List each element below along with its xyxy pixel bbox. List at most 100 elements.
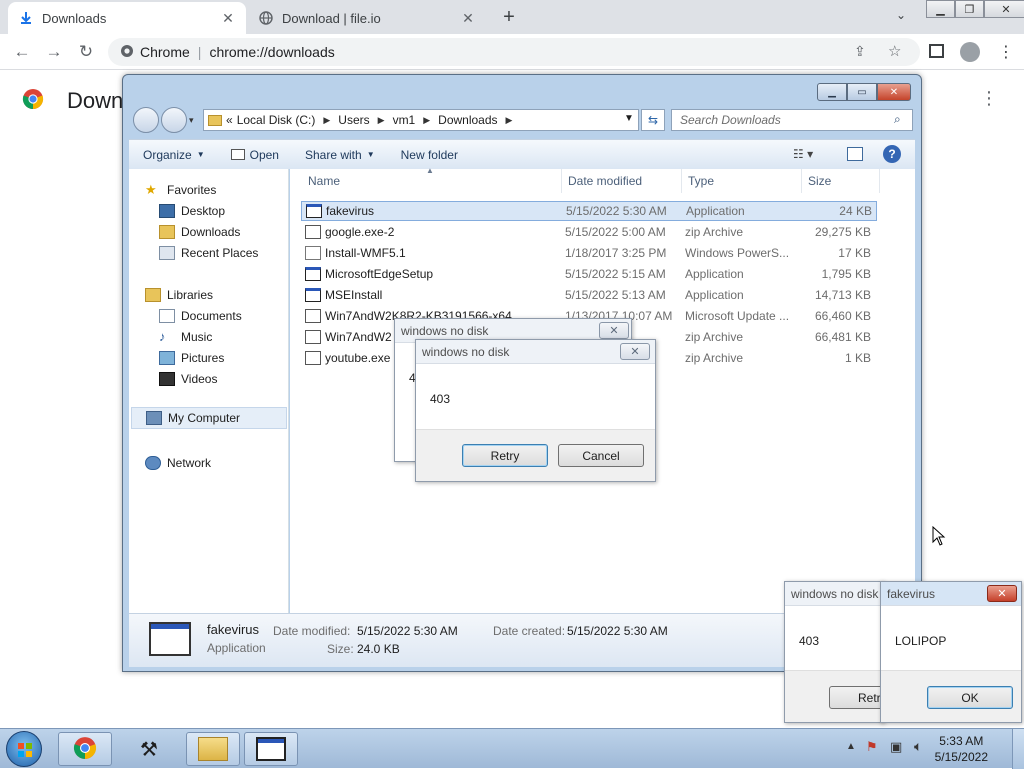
- taskbar-clock[interactable]: 5:33 AM 5/15/2022: [935, 733, 988, 765]
- restore-icon[interactable]: ❐: [955, 0, 984, 18]
- breadcrumb-prefix[interactable]: «: [226, 113, 233, 127]
- fakevirus-dialog: fakevirus ✕ LOLIPOP OK: [880, 581, 1022, 723]
- dialog-message: LOLIPOP: [895, 634, 947, 648]
- show-hidden-icons-icon[interactable]: ▲: [846, 741, 856, 752]
- maximize-icon[interactable]: ▭: [847, 83, 877, 101]
- chrome-menu-icon[interactable]: ⋮: [998, 42, 1014, 62]
- chrome-icon: [73, 736, 97, 763]
- start-button[interactable]: [6, 731, 42, 767]
- view-options-icon[interactable]: ☷ ▾: [793, 147, 813, 161]
- nav-pictures[interactable]: Pictures: [159, 351, 224, 365]
- new-tab-button[interactable]: +: [498, 6, 520, 28]
- table-row[interactable]: fakevirus 5/15/2022 5:30 AM Application 24 …: [301, 201, 877, 221]
- action-center-icon[interactable]: ⚑: [866, 739, 878, 755]
- ok-button[interactable]: OK: [927, 686, 1013, 709]
- side-panel-icon[interactable]: [929, 44, 944, 58]
- file-size: 66,460 KB: [814, 309, 871, 323]
- close-icon[interactable]: ✕: [620, 343, 650, 360]
- search-input[interactable]: Search Downloads ⌕: [671, 109, 913, 131]
- nav-recent-places[interactable]: Recent Places: [159, 246, 258, 260]
- nav-desktop[interactable]: Desktop: [159, 204, 225, 218]
- breadcrumb-local-disk[interactable]: Local Disk (C:): [237, 113, 316, 127]
- cancel-button[interactable]: Cancel: [558, 444, 644, 467]
- downloads-folder-icon: [159, 225, 175, 239]
- dialog-title: windows no disk: [785, 582, 883, 606]
- nav-downloads[interactable]: Downloads: [159, 225, 240, 239]
- tab-downloads[interactable]: Downloads ✕: [8, 2, 246, 34]
- recent-pages-dropdown-icon[interactable]: ▾: [189, 115, 194, 126]
- downloads-menu-icon[interactable]: ⋮: [980, 88, 998, 109]
- help-icon[interactable]: ?: [883, 145, 901, 163]
- breadcrumb-users[interactable]: Users: [338, 113, 369, 127]
- details-created-label: Date created:: [493, 624, 566, 638]
- nav-music[interactable]: ♪ Music: [159, 330, 212, 345]
- back-arrow-icon[interactable]: [133, 107, 159, 133]
- nav-libraries[interactable]: Libraries: [145, 288, 213, 302]
- downloads-page-title: Down: [67, 88, 124, 113]
- chevron-right-icon[interactable]: ▶: [378, 115, 385, 126]
- breadcrumb-vm1[interactable]: vm1: [393, 113, 416, 127]
- nav-my-computer[interactable]: My Computer: [131, 407, 287, 429]
- forward-arrow-icon[interactable]: →: [42, 40, 66, 64]
- network-status-icon[interactable]: ▣: [890, 739, 902, 755]
- table-row[interactable]: Install-WMF5.1 1/18/2017 3:25 PM Windows P…: [301, 243, 877, 263]
- share-with-button[interactable]: Share with ▼: [305, 148, 375, 162]
- computer-icon: [146, 411, 162, 425]
- chevron-right-icon[interactable]: ▶: [506, 115, 513, 126]
- documents-icon: [159, 309, 175, 323]
- open-button[interactable]: Open: [230, 148, 279, 162]
- forward-arrow-icon[interactable]: [161, 107, 187, 133]
- close-icon[interactable]: ✕: [599, 322, 629, 339]
- search-icon[interactable]: ⌕: [894, 112, 901, 127]
- show-desktop-button[interactable]: [1012, 729, 1024, 769]
- close-icon[interactable]: ✕: [877, 83, 911, 101]
- reload-icon[interactable]: ↻: [74, 40, 98, 64]
- address-dropdown-icon[interactable]: ▼: [624, 113, 634, 124]
- chevron-down-icon: ▼: [366, 150, 375, 159]
- tab-search-icon[interactable]: ⌄: [896, 8, 906, 22]
- retry-button[interactable]: Retry: [462, 444, 548, 467]
- nav-label: Desktop: [181, 204, 226, 218]
- close-icon[interactable]: ✕: [984, 0, 1024, 18]
- minimize-icon[interactable]: ▁: [817, 83, 847, 101]
- preview-pane-icon[interactable]: [847, 147, 863, 161]
- bookmark-star-icon[interactable]: ☆: [888, 42, 901, 60]
- close-tab-icon[interactable]: ✕: [220, 10, 236, 26]
- retry-button[interactable]: Retr: [829, 686, 885, 709]
- close-icon[interactable]: ✕: [987, 585, 1017, 602]
- nav-network[interactable]: Network: [145, 456, 211, 470]
- close-tab-icon[interactable]: ✕: [460, 10, 476, 26]
- file-type-icon: [305, 330, 321, 344]
- nav-documents[interactable]: Documents: [159, 309, 242, 323]
- breadcrumb-downloads[interactable]: Downloads: [438, 113, 497, 127]
- chevron-right-icon[interactable]: ▶: [423, 115, 430, 126]
- file-date-modified: 5/15/2022 5:30 AM: [566, 204, 667, 218]
- back-arrow-icon[interactable]: ←: [10, 40, 34, 64]
- omnibox[interactable]: Chrome | chrome://downloads ⇪ ☆: [108, 38, 920, 66]
- organize-button[interactable]: Organize ▼: [143, 148, 205, 162]
- profile-avatar[interactable]: [960, 42, 980, 62]
- command-bar: Organize ▼ Open Share with ▼ New folder ☷ …: [129, 139, 915, 169]
- taskbar-chrome[interactable]: [58, 732, 112, 766]
- address-bar[interactable]: « Local Disk (C:) ▶ Users ▶ vm1 ▶ Downlo…: [203, 109, 639, 131]
- taskbar-fakevirus[interactable]: [244, 732, 298, 766]
- volume-icon[interactable]: 🔈︎: [914, 738, 922, 755]
- tab-label: Download | file.io: [282, 10, 381, 26]
- browser-toolbar: ← → ↻ Chrome | chrome://downloads ⇪ ☆ ⋮: [0, 34, 1024, 70]
- nav-videos[interactable]: Videos: [159, 372, 217, 386]
- file-type: zip Archive: [685, 351, 744, 365]
- table-row[interactable]: google.exe-2 5/15/2022 5:00 AM zip Archive…: [301, 222, 877, 242]
- tab-file-io[interactable]: Download | file.io ✕: [248, 2, 486, 34]
- chevron-right-icon[interactable]: ▶: [323, 115, 330, 126]
- taskbar-tool[interactable]: ⚒: [122, 732, 176, 766]
- refresh-icon[interactable]: ⇆: [641, 109, 665, 131]
- table-row[interactable]: MicrosoftEdgeSetup 5/15/2022 5:15 AM Appli…: [301, 264, 877, 284]
- table-row[interactable]: MSEInstall 5/15/2022 5:13 AM Application 14…: [301, 285, 877, 305]
- folder-icon: [208, 114, 222, 126]
- minimize-icon[interactable]: ▁: [926, 0, 955, 18]
- taskbar-explorer[interactable]: [186, 732, 240, 766]
- new-folder-button[interactable]: New folder: [401, 148, 458, 162]
- nav-favorites[interactable]: ★ Favorites: [145, 183, 216, 198]
- dialog-message: 403: [799, 634, 820, 648]
- share-icon[interactable]: ⇪: [854, 43, 866, 60]
